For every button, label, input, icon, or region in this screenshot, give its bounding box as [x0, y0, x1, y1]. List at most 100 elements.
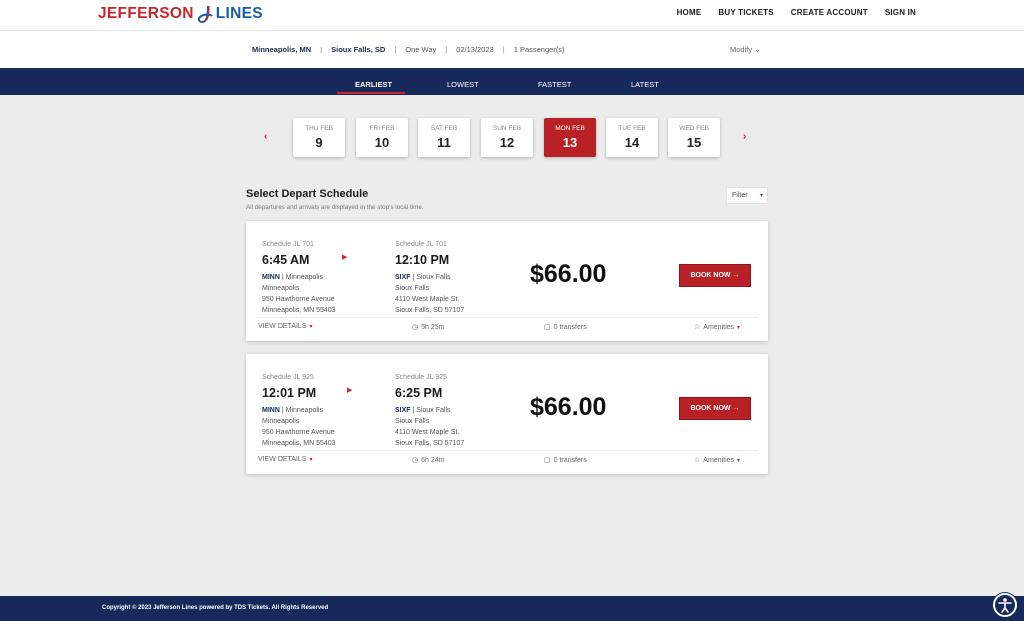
top-header: JEFFERSON LINES HOME BUY TICKETS CREATE … — [0, 0, 1024, 30]
arrow-right-icon: ▶ — [347, 387, 353, 394]
amenities-label: Amenities — [703, 456, 735, 464]
logo-text-right: LINES — [215, 5, 263, 22]
nav-buy-tickets[interactable]: BUY TICKETS — [718, 8, 773, 17]
amenities-label: Amenities — [703, 323, 735, 331]
date-card[interactable]: SAT FEB 11 — [418, 118, 470, 157]
trip-result-card: Schedule JL 701 6:45 AM MINN | Minneapol… — [246, 221, 768, 341]
separator: | — [320, 45, 323, 54]
filter-dropdown[interactable]: Filter ▾ — [726, 187, 768, 204]
trip-origin: Minneapolis, MN — [252, 45, 312, 54]
divider — [256, 450, 758, 451]
stop-city: Sioux Falls — [395, 285, 430, 292]
transfer-icon: ▢ — [544, 457, 551, 464]
depart-time: 12:01 PM — [262, 386, 317, 400]
stop-citystate: Minneapolis, MN 55403 — [262, 307, 336, 314]
schedule-label: Schedule JL 925 — [262, 374, 314, 381]
chevron-down-icon: ▾ — [737, 457, 741, 464]
date-number: 12 — [499, 135, 515, 150]
copyright-text: Copyright © 2023 Jefferson Lines powered… — [102, 605, 329, 611]
chevron-down-icon: ⌄ — [754, 45, 761, 54]
separator: | — [445, 45, 448, 54]
chevron-down-icon: ▾ — [309, 457, 313, 463]
view-details-toggle[interactable]: VIEW DETAILS ▾ — [258, 323, 313, 330]
separator: | — [394, 45, 397, 54]
arrow-right-icon: → — [732, 272, 740, 279]
stop-city: Minneapolis — [262, 285, 300, 292]
date-card[interactable]: THU FEB 9 — [293, 118, 345, 157]
transfers-label: 0 transfers — [553, 323, 587, 331]
clock-icon: ◷ — [412, 324, 419, 331]
caret-down-icon: ▾ — [759, 193, 763, 199]
amenities-toggle[interactable]: ☆ Amenities ▾ — [694, 323, 740, 332]
arrow-right-icon: ▶ — [342, 254, 348, 261]
trip-passengers: 1 Passenger(s) — [513, 45, 565, 54]
nav-home[interactable]: HOME — [677, 8, 702, 17]
book-now-button[interactable]: BOOK NOW → — [679, 264, 751, 287]
date-card-selected[interactable]: MON FEB 13 — [544, 118, 596, 157]
main-nav: HOME BUY TICKETS CREATE ACCOUNT SIGN IN — [677, 8, 916, 17]
modify-label: Modify — [730, 45, 753, 54]
trip-duration: ◷ 5h 25m — [412, 323, 445, 332]
stop-name: Sioux Falls — [416, 407, 451, 414]
date-day: SAT FEB — [430, 125, 458, 132]
tab-fastest[interactable]: FASTEST — [538, 80, 571, 89]
date-card[interactable]: SUN FEB 12 — [481, 118, 533, 157]
view-details-label: VIEW DETAILS — [258, 323, 307, 330]
nav-sign-in[interactable]: SIGN IN — [885, 8, 916, 17]
next-dates-arrow-icon[interactable]: › — [743, 131, 746, 142]
date-card[interactable]: FRI FEB 10 — [356, 118, 408, 157]
stop-code: MINN — [262, 407, 280, 414]
trip-type: One Way — [405, 45, 437, 54]
separator: | — [502, 45, 505, 54]
accessibility-icon[interactable] — [993, 593, 1017, 617]
book-now-label: BOOK NOW — [690, 272, 731, 279]
trip-transfers: ▢ 0 transfers — [544, 323, 587, 332]
tab-earliest[interactable]: EARLIEST — [355, 80, 392, 89]
date-card[interactable]: TUE FEB 14 — [606, 118, 658, 157]
stop-street: 4110 West Maple St. — [395, 296, 460, 303]
stop-code: SIXF — [395, 407, 411, 414]
date-number: 9 — [315, 135, 323, 150]
view-details-toggle[interactable]: VIEW DETAILS ▾ — [258, 456, 313, 463]
date-day: SUN FEB — [492, 125, 522, 132]
depart-time: 6:45 AM — [262, 253, 310, 267]
date-number: 11 — [437, 135, 451, 150]
date-number: 10 — [374, 135, 390, 150]
logo-mark-icon — [197, 5, 213, 24]
modify-button[interactable]: Modify ⌄ — [730, 45, 760, 54]
schedule-title: Select Depart Schedule — [246, 188, 369, 200]
tab-latest[interactable]: LATEST — [631, 80, 659, 89]
date-day: FRI FEB — [369, 125, 395, 132]
schedule-label: Schedule JL 701 — [395, 241, 447, 248]
trip-date: 02/13/2023 — [456, 45, 494, 54]
stop-city: Minneapolis — [262, 418, 300, 425]
trip-duration: ◷ 6h 24m — [412, 456, 444, 465]
date-card[interactable]: WED FEB 15 — [668, 118, 720, 157]
departure-info: Schedule JL 701 6:45 AM MINN | Minneapol… — [262, 241, 336, 314]
active-tab-indicator — [337, 92, 405, 94]
date-day: WED FEB — [679, 125, 709, 132]
trip-destination: Sioux Falls, SD — [331, 45, 386, 54]
book-now-button[interactable]: BOOK NOW → — [679, 397, 751, 420]
date-number: 14 — [624, 135, 640, 150]
transfers-label: 0 transfers — [553, 456, 587, 464]
trip-transfers: ▢ 0 transfers — [544, 456, 587, 465]
duration-label: 5h 25m — [421, 323, 445, 331]
stop-name: Sioux Falls — [416, 274, 451, 281]
divider — [256, 317, 758, 318]
prev-dates-arrow-icon[interactable]: ‹ — [264, 131, 267, 142]
brand-logo[interactable]: JEFFERSON LINES — [98, 5, 263, 24]
nav-create-account[interactable]: CREATE ACCOUNT — [791, 8, 868, 17]
date-number: 15 — [686, 135, 702, 150]
schedule-label: Schedule JL 925 — [395, 374, 447, 381]
date-number: 13 — [562, 135, 578, 150]
arrow-right-icon: → — [732, 405, 740, 412]
stop-name: Minneapolis — [285, 407, 323, 414]
stop-code: MINN — [262, 274, 280, 281]
schedule-subtitle: All departures and arrivals are displaye… — [246, 204, 424, 211]
arrive-time: 12:10 PM — [395, 253, 450, 267]
tab-lowest[interactable]: LOWEST — [447, 80, 479, 89]
book-now-label: BOOK NOW — [690, 405, 731, 412]
trip-summary-bar: Minneapolis, MN | Sioux Falls, SD | One … — [0, 30, 1024, 68]
amenities-toggle[interactable]: ☆ Amenities ▾ — [694, 456, 741, 465]
